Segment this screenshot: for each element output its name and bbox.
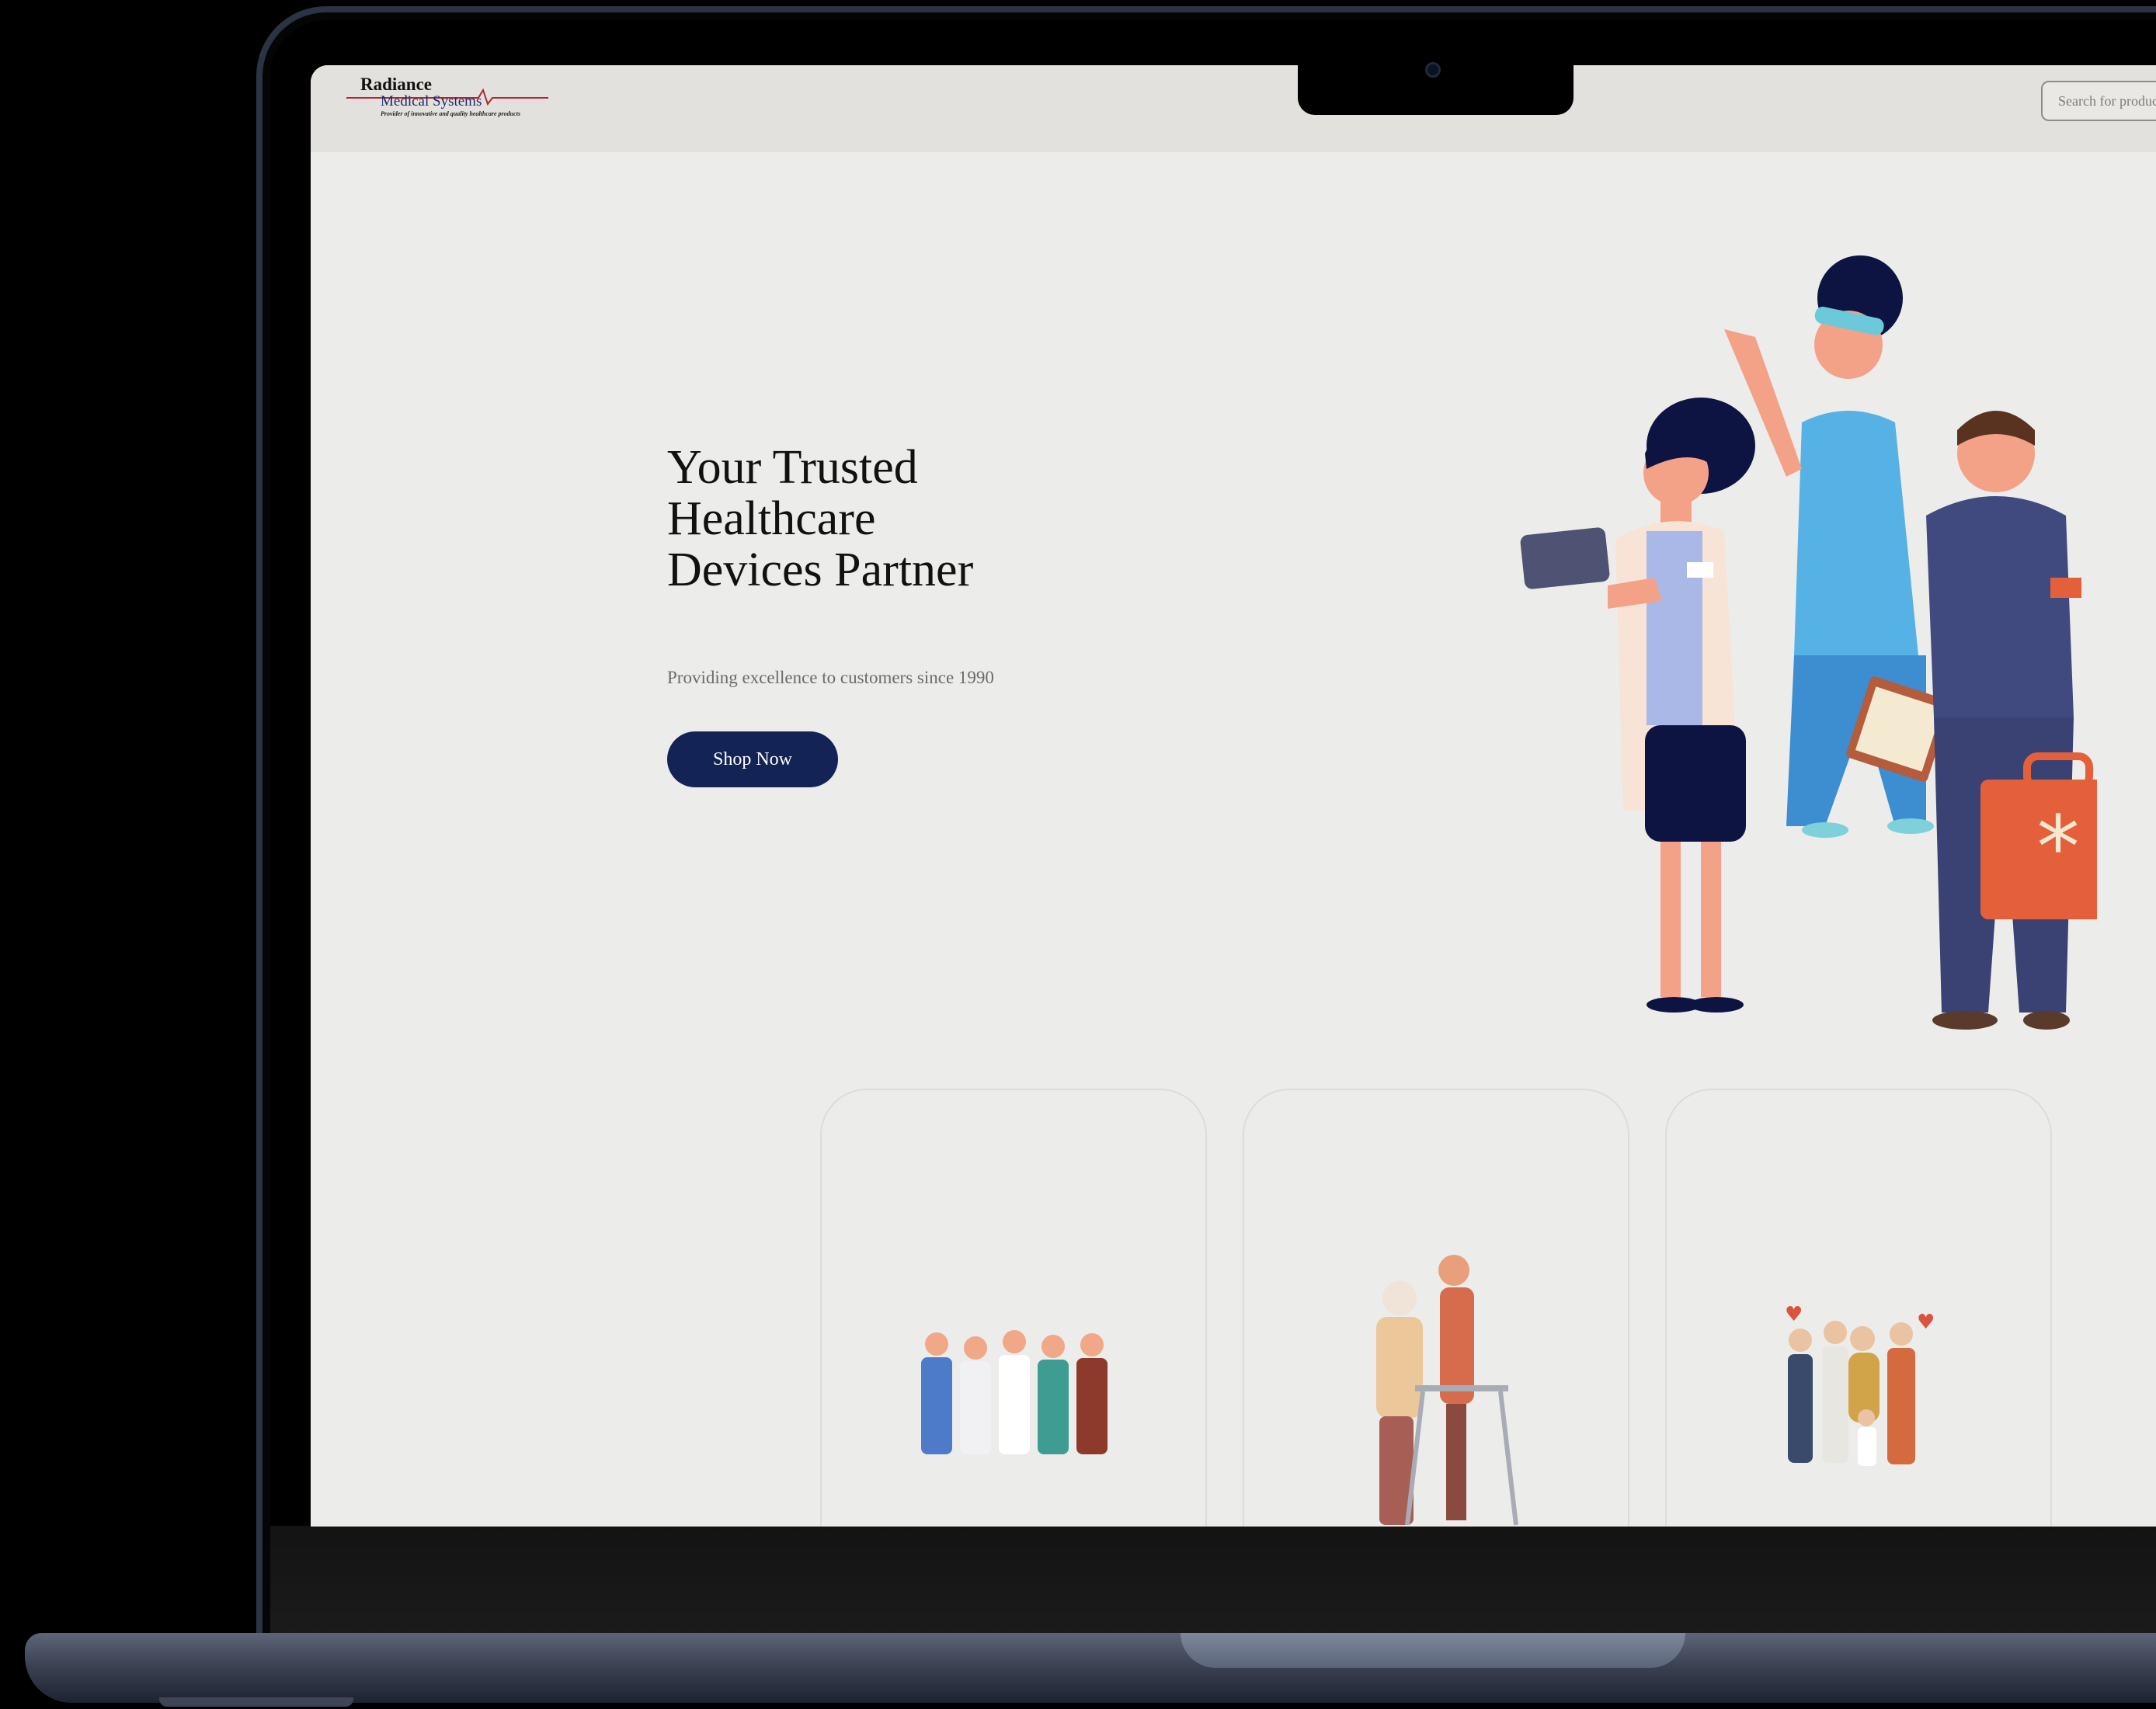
browser-screen: Radiance Medical Systems Provider of inn… <box>311 65 2156 1527</box>
laptop-chin <box>270 1526 2156 1634</box>
logo-line-1: Radiance <box>360 75 432 94</box>
svg-text:♥: ♥ <box>1785 1303 1803 1326</box>
search-input[interactable] <box>2041 81 2156 121</box>
hero-subtitle: Providing excellence to customers since … <box>667 668 994 687</box>
site-header: Radiance Medical Systems Provider of inn… <box>311 65 2156 152</box>
medical-team-illustration <box>921 1330 1108 1454</box>
shop-now-button[interactable]: Shop Now <box>667 731 838 787</box>
category-card-3[interactable]: ♥ ♥ <box>1665 1089 2052 1527</box>
category-card-1[interactable] <box>820 1089 1207 1527</box>
svg-text:♥: ♥ <box>1917 1311 1935 1334</box>
laptop-base <box>25 1633 2156 1703</box>
nurse-figure <box>1724 255 1952 838</box>
elderly-care-walker-illustration <box>1376 1255 1518 1526</box>
camera-icon <box>1425 62 1441 78</box>
company-logo[interactable]: Radiance Medical Systems Provider of inn… <box>346 75 548 127</box>
logo-line-2: Medical Systems <box>381 93 482 109</box>
family-group-illustration: ♥ ♥ <box>1785 1303 1935 1466</box>
logo-tagline: Provider of innovative and quality healt… <box>381 110 520 117</box>
hero-illustration: * <box>1520 255 2097 1030</box>
category-card-2[interactable] <box>1243 1089 1629 1527</box>
laptop-foot <box>159 1697 353 1707</box>
svg-text:*: * <box>2037 797 2080 897</box>
hero-title: Your Trusted Healthcare Devices Partner <box>667 441 974 596</box>
doctor-figure <box>1520 398 1755 1013</box>
laptop-base-notch <box>1181 1633 1685 1668</box>
paramedic-figure: * <box>1926 411 2097 1030</box>
